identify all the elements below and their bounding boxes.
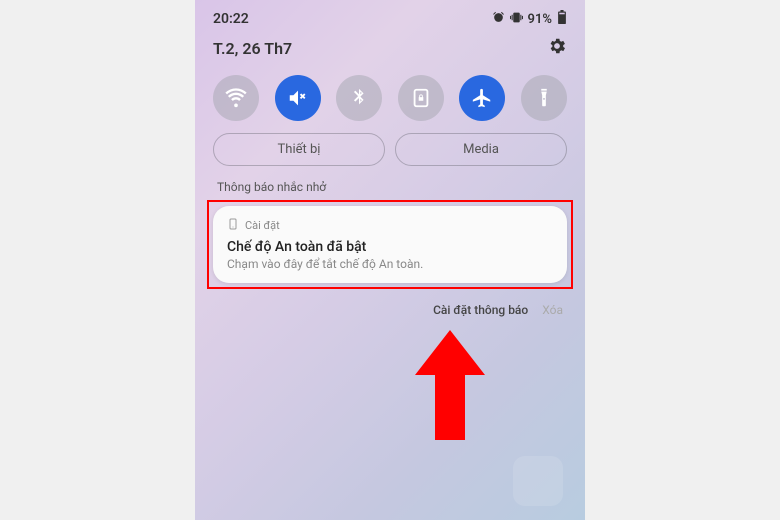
rotation-lock-toggle[interactable] bbox=[398, 75, 444, 121]
faded-app-icon bbox=[513, 456, 563, 506]
status-icons: 91% bbox=[492, 10, 567, 28]
media-button[interactable]: Media bbox=[395, 133, 567, 166]
bluetooth-toggle[interactable] bbox=[336, 75, 382, 121]
airplane-mode-toggle[interactable] bbox=[459, 75, 505, 121]
status-bar: 20:22 91% bbox=[195, 0, 585, 32]
annotation-arrow-icon bbox=[415, 330, 485, 440]
notification-app-name: Cài đặt bbox=[245, 219, 280, 232]
notification-settings-link[interactable]: Cài đặt thông báo bbox=[433, 303, 528, 317]
mute-toggle[interactable] bbox=[275, 75, 321, 121]
notification-title: Chế độ An toàn đã bật bbox=[227, 239, 553, 255]
safe-mode-notification[interactable]: Cài đặt Chế độ An toàn đã bật Chạm vào đ… bbox=[213, 206, 567, 283]
notification-shade: 20:22 91% T.2, 26 Th7 bbox=[195, 0, 585, 520]
settings-gear-icon[interactable] bbox=[547, 36, 567, 61]
alarm-icon bbox=[492, 11, 505, 28]
wifi-toggle[interactable] bbox=[213, 75, 259, 121]
notification-section-label: Thông báo nhắc nhở bbox=[195, 176, 585, 200]
date-row: T.2, 26 Th7 bbox=[195, 32, 585, 71]
clear-all-link[interactable]: Xóa bbox=[542, 303, 563, 317]
notification-body: Chạm vào đây để tắt chế độ An toàn. bbox=[227, 257, 553, 271]
notification-footer: Cài đặt thông báo Xóa bbox=[195, 289, 585, 331]
battery-icon bbox=[557, 10, 567, 28]
annotation-highlight: Cài đặt Chế độ An toàn đã bật Chạm vào đ… bbox=[207, 200, 573, 289]
settings-app-icon bbox=[227, 218, 239, 233]
date-text[interactable]: T.2, 26 Th7 bbox=[213, 39, 292, 58]
battery-text: 91% bbox=[528, 12, 552, 27]
vibrate-icon bbox=[510, 11, 523, 28]
control-pills: Thiết bị Media bbox=[195, 131, 585, 176]
flashlight-toggle[interactable] bbox=[521, 75, 567, 121]
clock: 20:22 bbox=[213, 11, 249, 27]
devices-button[interactable]: Thiết bị bbox=[213, 133, 385, 166]
notification-app-row: Cài đặt bbox=[227, 218, 553, 233]
quick-settings-row bbox=[195, 71, 585, 131]
